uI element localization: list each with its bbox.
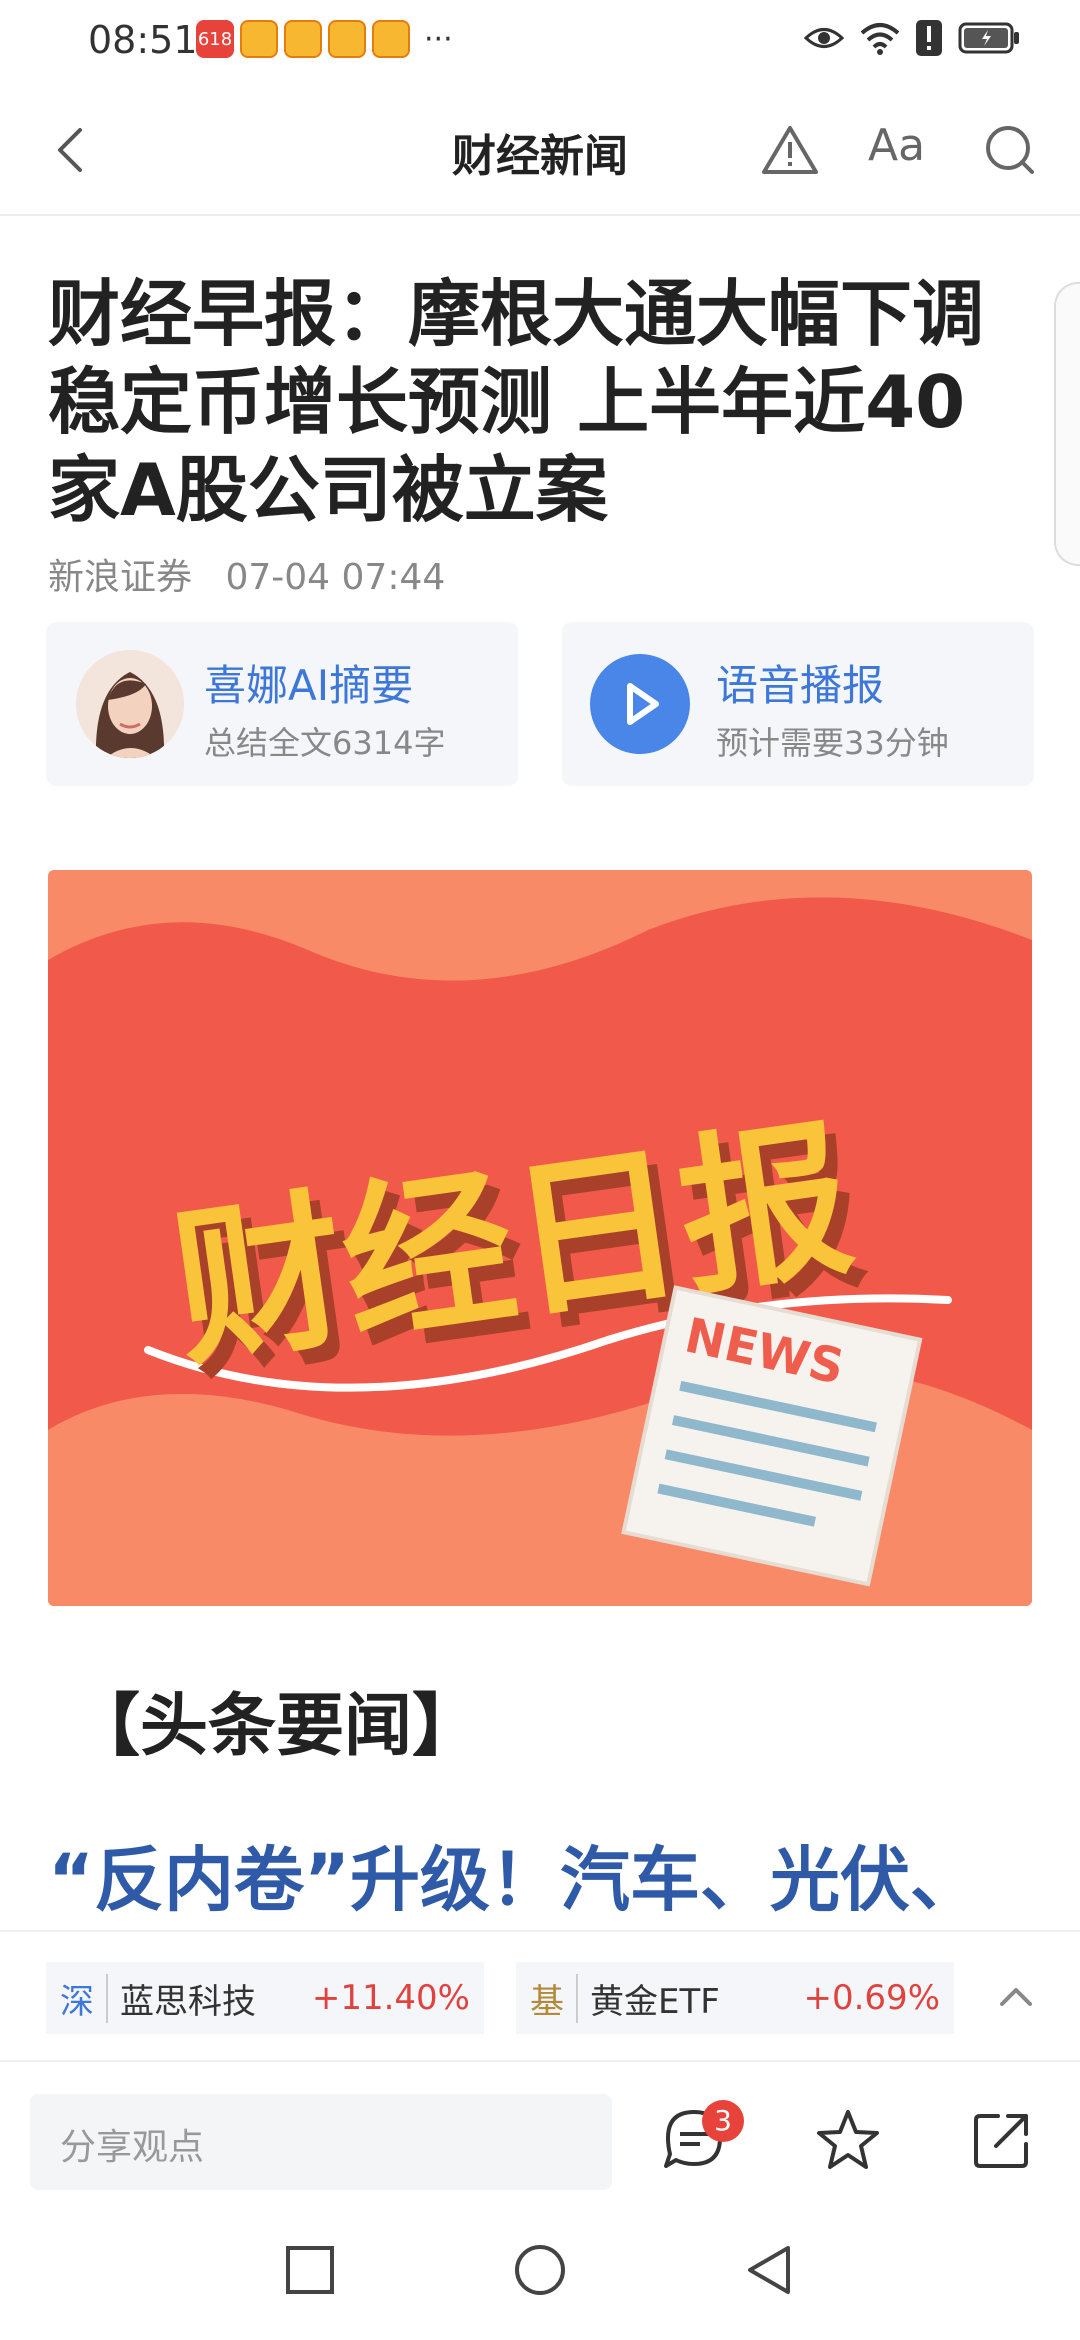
audio-duration: 预计需要33分钟	[716, 724, 949, 762]
share-icon[interactable]	[968, 2106, 1036, 2174]
system-status-icons	[804, 20, 1020, 56]
back-triangle-icon[interactable]	[740, 2240, 800, 2300]
weibo-icon	[284, 20, 322, 58]
news-subheading: “反内卷”升级！汽车、光伏、	[48, 1839, 981, 1914]
stock-ticker-item[interactable]: 基 黄金ETF +0.69%	[516, 1962, 954, 2034]
recents-square-icon[interactable]	[280, 2240, 340, 2300]
stock-change: +0.69%	[803, 1978, 941, 2018]
battery-icon	[958, 22, 1019, 54]
side-drawer-handle[interactable]	[1054, 282, 1080, 566]
article-meta: 新浪证券 07-04 07:44	[48, 548, 445, 600]
report-warning-icon[interactable]	[760, 122, 820, 178]
chevron-up-icon[interactable]	[994, 1974, 1038, 2018]
weibo-icon	[372, 20, 410, 58]
status-time: 08:51	[88, 18, 198, 62]
home-circle-icon[interactable]	[510, 2240, 570, 2300]
alert-icon	[916, 20, 942, 56]
section-heading: 【头条要闻】	[72, 1687, 481, 1766]
comment-input[interactable]: 分享观点	[30, 2094, 612, 2190]
stock-ticker-bar: 深 蓝思科技 +11.40% 基 黄金ETF +0.69%	[0, 1930, 1080, 2062]
article-banner-image: 财经日报 财经日报 NEWS	[48, 870, 1032, 1606]
bottom-action-bar: 分享观点 3	[0, 2064, 1080, 2200]
ai-summary-title: 喜娜AI摘要	[204, 661, 414, 710]
notification-icons: 618 ···	[196, 20, 453, 58]
more-notifications-icon: ···	[424, 21, 453, 57]
article-source[interactable]: 新浪证券	[48, 557, 192, 598]
favorite-star-icon[interactable]	[814, 2106, 882, 2174]
market-tag: 基	[530, 1973, 578, 2023]
ai-summary-subtitle: 总结全文6314字	[204, 724, 446, 762]
ai-avatar	[76, 650, 184, 758]
audio-title: 语音播报	[716, 661, 885, 710]
font-size-button[interactable]: Aa	[868, 120, 928, 176]
wifi-icon	[860, 23, 900, 55]
comment-count-badge: 3	[702, 2100, 744, 2142]
stock-name: 黄金ETF	[590, 1981, 720, 2022]
article-datetime: 07-04 07:44	[225, 557, 446, 598]
status-bar: 08:51 618 ···	[0, 0, 1080, 84]
eye-icon	[804, 28, 844, 48]
audio-broadcast-card[interactable]: 语音播报 预计需要33分钟	[562, 622, 1034, 786]
weibo-icon	[240, 20, 278, 58]
stock-change: +11.40%	[311, 1978, 470, 2018]
system-nav-bar	[0, 2220, 1080, 2340]
article-headline: 财经早报：摩根大通大幅下调稳定币增长预测 上半年近40家A股公司被立案	[48, 272, 985, 532]
stock-ticker-item[interactable]: 深 蓝思科技 +11.40%	[46, 1962, 484, 2034]
top-nav-bar: 财经新闻 Aa	[0, 84, 1080, 216]
search-icon[interactable]	[980, 122, 1040, 178]
play-icon[interactable]	[590, 654, 690, 754]
pinduoduo-icon: 618	[196, 20, 234, 58]
stock-name: 蓝思科技	[120, 1981, 256, 2022]
market-tag: 深	[60, 1973, 108, 2023]
weibo-icon	[328, 20, 366, 58]
ai-summary-card[interactable]: 喜娜AI摘要 总结全文6314字	[46, 622, 518, 786]
